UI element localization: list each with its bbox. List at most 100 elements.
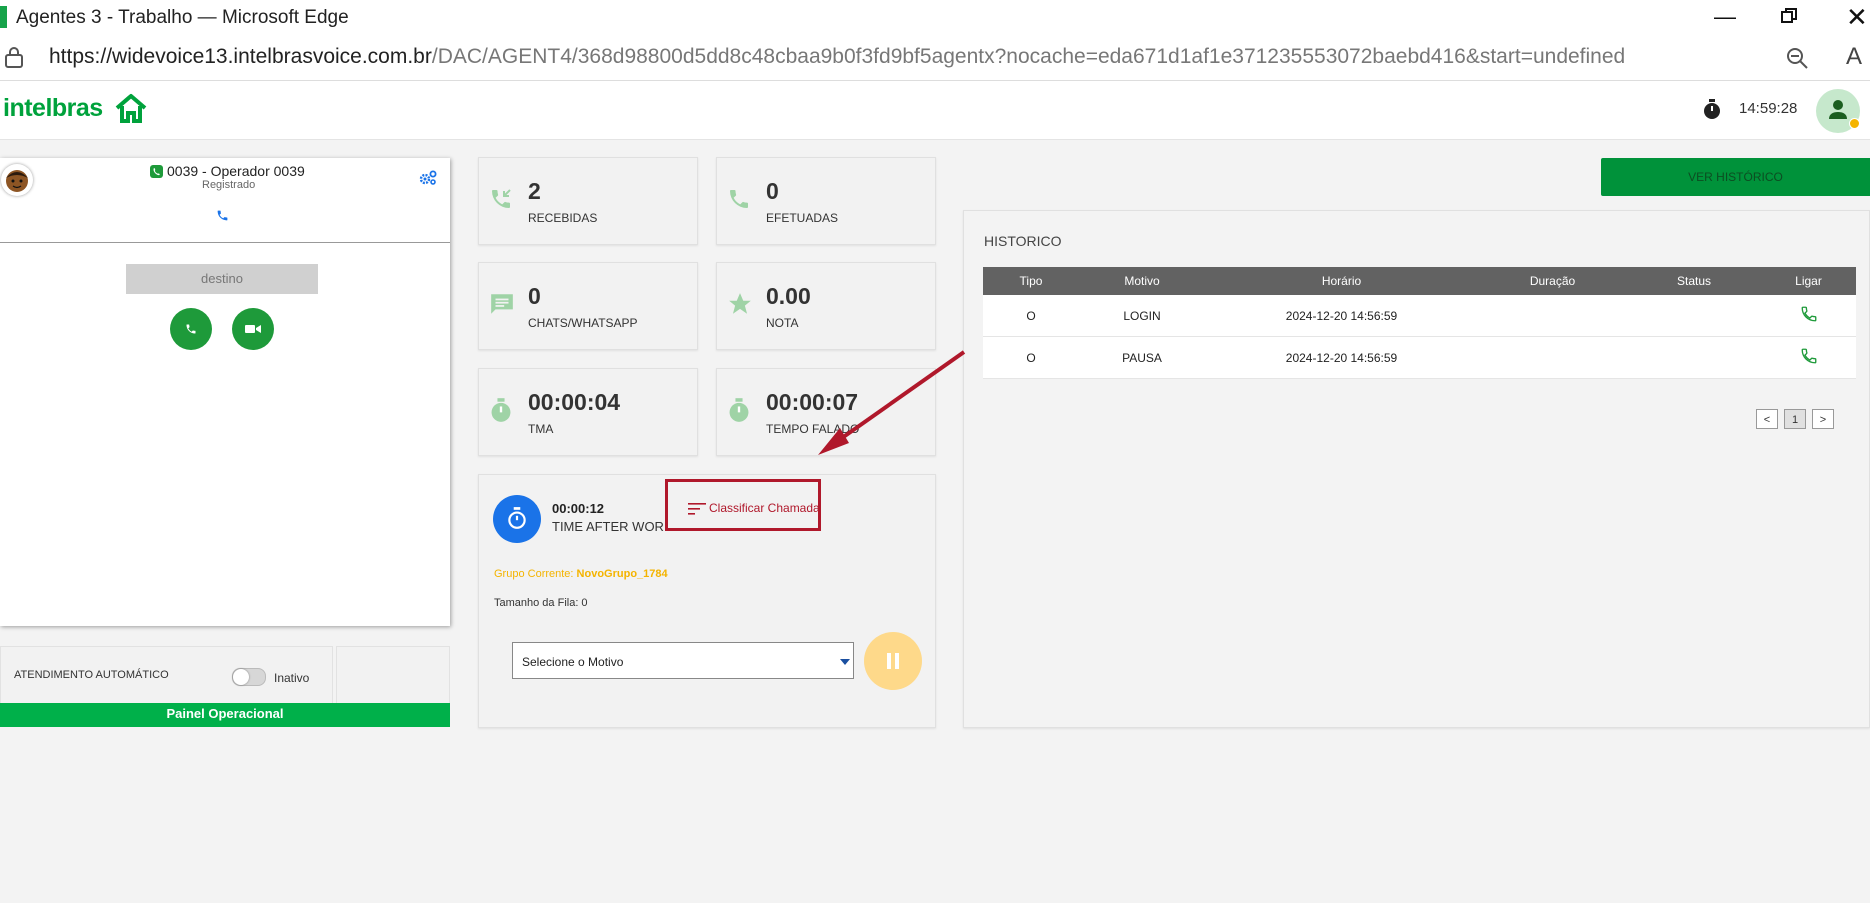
- cell-status: [1627, 295, 1761, 337]
- stat-label: TMA: [528, 422, 554, 436]
- pagination-next[interactable]: >: [1812, 409, 1834, 429]
- pagination-prev[interactable]: <: [1756, 409, 1778, 429]
- minimize-icon[interactable]: —: [1714, 4, 1736, 30]
- stat-card-efetuadas: 0 EFETUADAS: [716, 157, 936, 245]
- app-accent: [0, 6, 7, 28]
- auto-answer-toggle[interactable]: [232, 668, 266, 686]
- col-duracao[interactable]: Duração: [1478, 267, 1627, 295]
- phone-icon[interactable]: [216, 209, 229, 222]
- pause-button[interactable]: [864, 632, 922, 690]
- call-back-icon[interactable]: [1800, 347, 1818, 365]
- table-row: O PAUSA 2024-12-20 14:56:59: [983, 336, 1856, 379]
- cell-duracao: [1478, 336, 1627, 379]
- agent-status-panel: 00:00:12 TIME AFTER WORK Classificar Cha…: [478, 474, 936, 728]
- close-icon[interactable]: ✕: [1846, 2, 1868, 33]
- operational-panel-footer[interactable]: Painel Operacional: [0, 703, 450, 727]
- call-back-icon[interactable]: [1800, 305, 1818, 323]
- restore-icon[interactable]: [1780, 5, 1798, 31]
- current-group-label: Grupo Corrente:: [494, 568, 574, 580]
- pause-icon: [887, 653, 899, 669]
- stat-value: 0: [528, 283, 541, 309]
- stat-card-chats: 0 CHATS/WHATSAPP: [478, 262, 698, 350]
- stat-card-nota: 0.00 NOTA: [716, 262, 936, 350]
- current-group: Grupo Corrente: NovoGrupo_1784: [494, 568, 668, 580]
- cell-duracao: [1478, 295, 1627, 337]
- status-state: TIME AFTER WORK: [552, 519, 673, 534]
- status-timer: 00:00:12: [552, 501, 605, 516]
- stat-value: 0: [766, 178, 779, 204]
- current-group-value: NovoGrupo_1784: [576, 568, 668, 580]
- operator-avatar: [1, 164, 33, 196]
- chat-icon: [491, 294, 513, 314]
- window-title: Agentes 3 - Trabalho — Microsoft Edge: [16, 7, 349, 28]
- col-tipo[interactable]: Tipo: [983, 267, 1079, 295]
- phone-icon: [186, 324, 196, 334]
- presence-dot: [1849, 118, 1860, 129]
- col-motivo[interactable]: Motivo: [1079, 267, 1205, 295]
- phone-icon: [730, 190, 748, 208]
- zoom-out-icon[interactable]: [1785, 46, 1809, 70]
- stat-card-tma: 00:00:04 TMA: [478, 368, 698, 456]
- queue-size: Tamanho da Fila: 0: [494, 597, 588, 609]
- toggle-knob: [233, 669, 249, 685]
- sort-lines-icon: [688, 503, 706, 515]
- cell-ligar: [1761, 336, 1856, 379]
- motivo-select[interactable]: Selecione o Motivo: [512, 642, 854, 679]
- cell-tipo: O: [983, 295, 1079, 337]
- operator-name: 0039 - Operador 0039: [167, 163, 305, 179]
- settings-gears-icon[interactable]: [419, 170, 437, 186]
- window-title-bar: Agentes 3 - Trabalho — Microsoft Edge — …: [0, 0, 1870, 34]
- clock-time: 14:59:28: [1739, 100, 1798, 117]
- status-timer-badge: [493, 495, 541, 543]
- stat-value: 00:00:04: [528, 389, 621, 415]
- video-camera-icon: [245, 325, 261, 333]
- stopwatch-icon: [729, 398, 749, 422]
- stopwatch-icon: [508, 507, 526, 529]
- cell-tipo: O: [983, 336, 1079, 379]
- incoming-call-icon: [492, 189, 511, 208]
- stat-label: EFETUADAS: [766, 211, 839, 225]
- star-icon: [729, 293, 751, 314]
- stopwatch-icon: [1704, 99, 1720, 119]
- softphone-panel: 0039 - Operador 0039 Registrado destino: [0, 158, 450, 626]
- view-history-button[interactable]: VER HISTÓRICO: [1601, 158, 1870, 196]
- stat-value: 2: [528, 178, 541, 204]
- motivo-select-value: Selecione o Motivo: [522, 655, 624, 669]
- cell-ligar: [1761, 295, 1856, 337]
- user-avatar[interactable]: [1816, 89, 1860, 133]
- auto-answer-state: Inativo: [274, 671, 310, 685]
- call-button[interactable]: [170, 308, 212, 350]
- cell-horario: 2024-12-20 14:56:59: [1205, 336, 1478, 379]
- cell-horario: 2024-12-20 14:56:59: [1205, 295, 1478, 337]
- col-ligar[interactable]: Ligar: [1761, 267, 1856, 295]
- url-text[interactable]: https://widevoice13.intelbrasvoice.com.b…: [49, 45, 1625, 69]
- stat-card-tempo-falado: 00:00:07 TEMPO FALADO: [716, 368, 936, 456]
- stat-label: TEMPO FALADO: [766, 422, 860, 436]
- history-table: Tipo Motivo Horário Duração Status Ligar…: [983, 267, 1856, 379]
- cell-motivo: LOGIN: [1079, 295, 1205, 337]
- stat-value: 0.00: [766, 283, 811, 309]
- chevron-down-icon: [840, 659, 850, 665]
- history-title: HISTORICO: [984, 233, 1062, 249]
- divider: [0, 242, 450, 243]
- col-status[interactable]: Status: [1627, 267, 1761, 295]
- classify-call-button[interactable]: Classificar Chamada: [665, 479, 821, 531]
- destino-input[interactable]: destino: [126, 264, 318, 294]
- home-icon[interactable]: [114, 93, 148, 123]
- auto-answer-panel: ATENDIMENTO AUTOMÁTICO Inativo: [0, 646, 333, 706]
- classify-call-label: Classificar Chamada: [709, 501, 820, 515]
- app-header: intelbras 14:59:28: [0, 81, 1870, 140]
- user-icon: [1829, 100, 1847, 119]
- stat-label: RECEBIDAS: [528, 211, 598, 225]
- lock-icon[interactable]: [4, 46, 24, 68]
- stat-label: CHATS/WHATSAPP: [528, 316, 638, 330]
- col-horario[interactable]: Horário: [1205, 267, 1478, 295]
- address-bar[interactable]: https://widevoice13.intelbrasvoice.com.b…: [0, 34, 1870, 81]
- whatsapp-phone-icon: [150, 165, 163, 178]
- read-aloud-icon[interactable]: A: [1846, 43, 1862, 71]
- video-call-button[interactable]: [232, 308, 274, 350]
- stat-value: 00:00:07: [766, 389, 859, 415]
- pagination-page[interactable]: 1: [1784, 409, 1806, 429]
- stat-card-recebidas: 2 RECEBIDAS: [478, 157, 698, 245]
- auto-answer-label: ATENDIMENTO AUTOMÁTICO: [14, 669, 169, 681]
